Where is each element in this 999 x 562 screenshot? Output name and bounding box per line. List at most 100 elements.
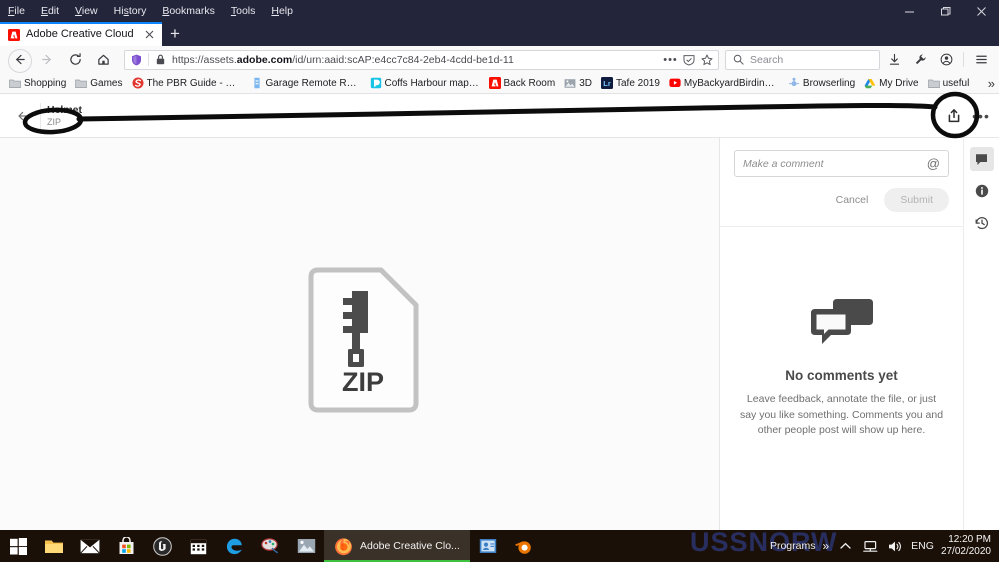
contacts-app[interactable]	[470, 530, 506, 562]
start-button[interactable]	[0, 530, 36, 562]
shield-icon[interactable]	[130, 53, 143, 66]
account-icon[interactable]	[934, 49, 958, 71]
folder-icon	[9, 77, 21, 89]
unreal-engine[interactable]	[144, 530, 180, 562]
language-indicator[interactable]: ENG	[911, 540, 934, 552]
bookmark-tafe-2019[interactable]: Lr Tafe 2019	[597, 75, 664, 92]
toolbar-divider	[963, 52, 964, 67]
windows-taskbar: USSNORW Adobe Creative Clo... Programs »…	[0, 530, 999, 562]
bookmark-label: useful	[942, 77, 970, 89]
bookmark-useful[interactable]: useful	[924, 75, 974, 92]
bookmark-label: Shopping	[24, 77, 67, 89]
tray-overflow-icon[interactable]: »	[822, 539, 829, 553]
bookmarks-overflow-chevron-icon[interactable]: »	[988, 77, 995, 90]
more-options-icon[interactable]: •••	[972, 103, 989, 129]
submit-button[interactable]: Submit	[884, 188, 949, 212]
cyan-app-icon	[370, 77, 382, 89]
wrench-icon[interactable]	[908, 49, 932, 71]
menu-file[interactable]: FFileile	[6, 0, 27, 22]
menu-edit[interactable]: Edit	[39, 0, 61, 22]
mail-icon	[80, 539, 100, 554]
header-actions: •••	[941, 103, 989, 129]
bookmark-3d[interactable]: 3D	[560, 75, 596, 92]
taskbar-active-label: Adobe Creative Clo...	[360, 540, 460, 552]
volume-icon[interactable]	[886, 536, 904, 556]
history-icon[interactable]	[970, 211, 994, 235]
paint-app[interactable]	[252, 530, 288, 562]
bookmark-the-pbr-guide[interactable]: The PBR Guide - Part 2	[128, 75, 246, 92]
calendar[interactable]	[180, 530, 216, 562]
firefox-icon	[335, 537, 352, 555]
star-icon[interactable]	[700, 53, 713, 66]
search-icon	[732, 53, 745, 66]
comment-actions: Cancel Submit	[734, 188, 949, 212]
tab-adobe-creative-cloud[interactable]: Adobe Creative Cloud	[0, 22, 162, 46]
blender-app[interactable]	[506, 530, 542, 562]
clock[interactable]: 12:20 PM 27/02/2020	[941, 534, 991, 558]
tab-strip: Adobe Creative Cloud +	[0, 22, 999, 46]
programs-label[interactable]: Programs	[770, 540, 816, 552]
file-info: Helmet ZIP	[47, 104, 82, 128]
back-arrow-icon[interactable]	[10, 102, 38, 130]
bookmark-back-room[interactable]: Back Room	[485, 75, 560, 92]
photo-viewer[interactable]	[288, 530, 324, 562]
comment-input[interactable]: Make a comment @	[734, 150, 949, 177]
bookmark-garage-remote[interactable]: Garage Remote Receiv...	[247, 75, 365, 92]
bookmark-my-drive[interactable]: My Drive	[860, 75, 922, 92]
chevron-up-icon[interactable]	[836, 536, 854, 556]
hamburger-menu-icon[interactable]	[969, 49, 993, 71]
microsoft-edge[interactable]	[216, 530, 252, 562]
adobe-icon	[488, 77, 501, 89]
header-divider	[40, 102, 41, 129]
folder-icon	[45, 540, 63, 553]
close-icon[interactable]	[963, 0, 999, 22]
menu-help[interactable]: Help	[269, 0, 295, 22]
restore-icon[interactable]	[927, 0, 963, 22]
taskbar-active-window[interactable]: Adobe Creative Clo...	[324, 530, 470, 562]
new-tab-button[interactable]: +	[162, 22, 188, 46]
bookmark-games[interactable]: Games	[71, 75, 126, 92]
blender-icon	[515, 540, 532, 554]
close-icon[interactable]	[142, 27, 156, 41]
download-icon[interactable]	[882, 49, 906, 71]
bookmark-browserling[interactable]: Browserling	[784, 75, 859, 92]
tab-title: Adobe Creative Cloud	[26, 28, 134, 40]
folder-icon	[75, 77, 88, 89]
minimize-icon[interactable]	[891, 0, 927, 22]
bookmark-coffs-harbour-map[interactable]: Coffs Harbour map '1...	[366, 75, 484, 92]
network-icon[interactable]	[861, 536, 879, 556]
comments-panel: Make a comment @ Cancel Submit No commen…	[720, 138, 963, 541]
url-bar[interactable]: https://assets.adobe.com/id/urn:aaid:scA…	[124, 49, 719, 70]
bookmark-shopping[interactable]: Shopping	[5, 75, 70, 92]
menu-tools[interactable]: Tools	[229, 0, 258, 22]
bookmark-label: My Drive	[879, 77, 919, 89]
lock-icon[interactable]	[154, 53, 167, 66]
mail[interactable]	[72, 530, 108, 562]
microsoft-store[interactable]	[108, 530, 144, 562]
ellipsis-icon[interactable]: •••	[663, 53, 677, 66]
comment-icon[interactable]	[969, 147, 994, 171]
menu-history[interactable]: History	[112, 0, 149, 22]
info-icon[interactable]	[970, 179, 994, 203]
folder-icon	[927, 77, 940, 89]
app-header: Helmet ZIP •••	[0, 94, 999, 138]
search-input[interactable]: Search	[750, 54, 783, 66]
comment-placeholder[interactable]: Make a comment	[743, 158, 921, 170]
reload-icon[interactable]	[62, 49, 88, 71]
at-mention-icon[interactable]: @	[927, 157, 940, 170]
zip-file-icon: ZIP	[308, 267, 418, 412]
bookmark-label: Back Room	[503, 77, 556, 89]
home-icon[interactable]	[90, 49, 116, 71]
navigation-toolbar: https://assets.adobe.com/id/urn:aaid:scA…	[0, 46, 999, 73]
bookmark-mybackyardbirding[interactable]: MyBackyardBirding - ...	[665, 75, 783, 92]
menu-bookmarks[interactable]: Bookmarks	[160, 0, 217, 22]
back-icon[interactable]	[6, 48, 32, 73]
share-icon[interactable]	[941, 103, 967, 129]
url-text[interactable]: https://assets.adobe.com/id/urn:aaid:scA…	[172, 54, 659, 66]
file-explorer[interactable]	[36, 530, 72, 562]
menu-view[interactable]: View	[73, 0, 100, 22]
reader-icon[interactable]	[682, 53, 695, 66]
empty-state-title: No comments yet	[785, 368, 898, 383]
cancel-button[interactable]: Cancel	[824, 188, 881, 212]
search-bar[interactable]: Search	[725, 49, 880, 70]
